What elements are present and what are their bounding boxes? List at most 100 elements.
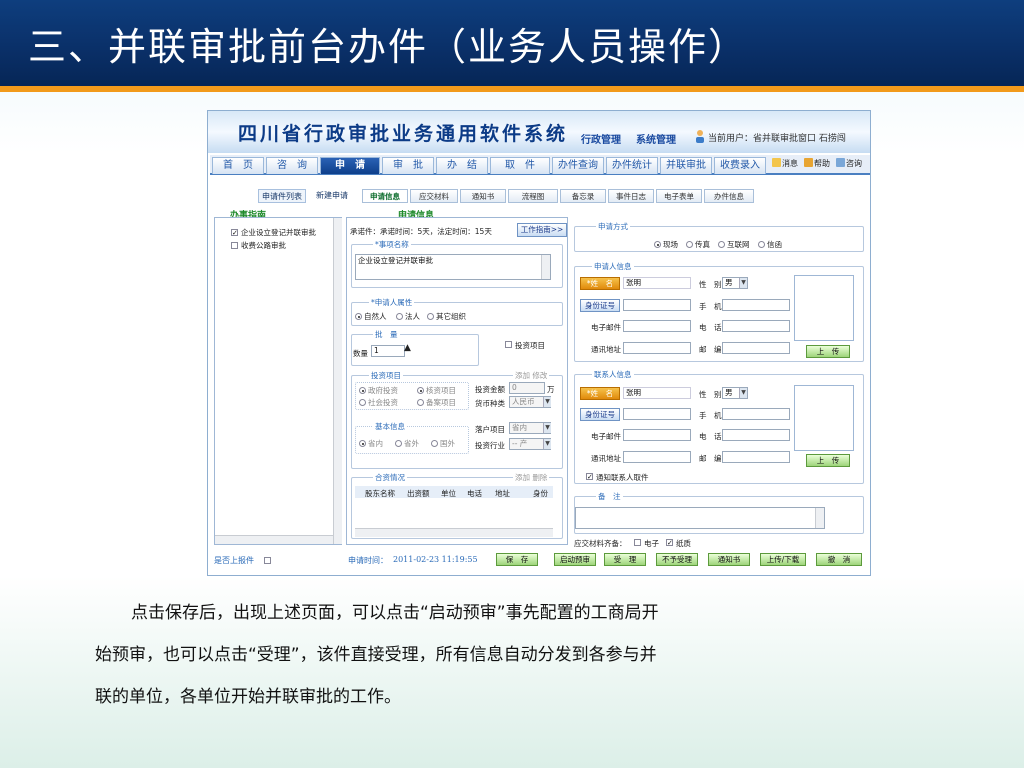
applicant-upload-button[interactable]: 上 传 [806,345,850,358]
contact-address-field[interactable] [623,451,691,463]
region-foreign[interactable]: 国外 [440,438,455,449]
applicant-address-field[interactable] [623,342,691,354]
remark-field[interactable] [575,507,825,529]
applicant-phone-field[interactable] [722,299,790,311]
currency-dropdown-icon[interactable]: ▼ [543,397,551,407]
online-report-checkbox[interactable] [264,557,271,564]
applicant-name-button[interactable]: *姓 名 [580,277,620,290]
tab-apply-info[interactable]: 申请信息 [362,189,408,203]
nav-tab-complete[interactable]: 办 结 [436,157,488,174]
nav-tab-home[interactable]: 首 页 [212,157,264,174]
revoke-button[interactable]: 撤 消 [816,553,862,566]
applicant-zip-field[interactable] [722,342,790,354]
region-inner-radio[interactable] [359,440,366,447]
invest-project-label[interactable]: 投资项目 [515,340,545,351]
nav-tab-apply[interactable]: 申 请 [320,157,380,174]
upload-download-button[interactable]: 上传/下载 [760,553,806,566]
nav-tab-consult[interactable]: 咨 询 [266,157,318,174]
tab-materials[interactable]: 应交材料 [410,189,458,203]
attr-option-legal[interactable]: 法人 [405,311,420,322]
guide-item-2[interactable]: 收费公路审批 [241,240,286,251]
notify-contact-label[interactable]: 通知联系人取件 [596,472,649,483]
applicant-gender-dropdown-icon[interactable]: ▼ [739,278,747,288]
guide-scrollbar[interactable] [333,218,342,544]
contact-tel-field[interactable] [722,429,790,441]
link-help[interactable]: 帮助 [804,158,830,169]
tab-notice[interactable]: 通知书 [460,189,506,203]
tab-flowchart[interactable]: 流程图 [508,189,558,203]
invest-social-radio[interactable] [359,399,366,406]
contact-zip-field[interactable] [722,451,790,463]
nav-tab-stats[interactable]: 办件统计 [606,157,658,174]
attr-radio-other[interactable] [427,313,434,320]
nav-tab-parallel[interactable]: 并联审批 [660,157,712,174]
material-paper[interactable]: 纸质 [676,538,691,549]
save-button[interactable]: 保 存 [496,553,538,566]
method-onsite-radio[interactable] [654,241,661,248]
region-foreign-radio[interactable] [431,440,438,447]
material-paper-checkbox[interactable]: ✓ [666,539,673,547]
attr-option-other[interactable]: 其它组织 [436,311,466,322]
invest-verify-radio[interactable] [417,387,424,394]
item-name-field[interactable]: 企业设立登记并联审批 [355,254,551,280]
guide-hscrollbar[interactable] [215,535,333,544]
remark-scrollbar[interactable] [815,508,824,528]
applicant-id-field[interactable] [623,299,691,311]
reject-button[interactable]: 不予受理 [656,553,698,566]
industry-dropdown-icon[interactable]: ▼ [543,439,551,449]
method-letter-radio[interactable] [758,241,765,248]
attr-radio-natural[interactable] [355,313,362,320]
method-onsite[interactable]: 现场 [663,239,678,250]
invest-record[interactable]: 备案项目 [426,397,456,408]
region-outer[interactable]: 省外 [404,438,419,449]
item-name-scrollbar[interactable] [541,255,550,279]
land-dropdown-icon[interactable]: ▼ [543,423,551,433]
contact-gender-dropdown-icon[interactable]: ▼ [739,388,747,398]
work-guide-button[interactable]: 工作指南>> [517,223,567,237]
applicant-tel-field[interactable] [722,320,790,332]
guide-item-1[interactable]: 企业设立登记并联审批 [241,227,316,238]
tab-case-info[interactable]: 办件信息 [704,189,754,203]
subtab-list[interactable]: 申请件列表 [258,189,306,203]
method-fax-radio[interactable] [686,241,693,248]
subtab-new[interactable]: 新建申请 [316,189,348,203]
material-electronic-checkbox[interactable] [634,539,641,546]
nav-link-admin[interactable]: 行政管理 [581,131,621,146]
guide-item-2-checkbox[interactable] [231,242,238,249]
link-message[interactable]: 消息 [772,158,798,169]
region-inner[interactable]: 省内 [368,438,383,449]
accept-button[interactable]: 受 理 [604,553,646,566]
start-pretrial-button[interactable]: 启动预审 [554,553,596,566]
nav-tab-query[interactable]: 办件查询 [552,157,604,174]
guide-item-1-checkbox[interactable]: ✓ [231,229,238,237]
invest-gov[interactable]: 政府投资 [368,385,398,396]
invest-gov-radio[interactable] [359,387,366,394]
material-electronic[interactable]: 电子 [644,538,659,549]
tab-memo[interactable]: 备忘录 [560,189,606,203]
contact-name-field[interactable]: 张明 [623,387,691,399]
tab-eform[interactable]: 电子表单 [656,189,702,203]
invest-actions[interactable]: 添加 修改 [513,370,550,381]
method-web[interactable]: 互联网 [727,239,750,250]
nav-tab-fee[interactable]: 收费录入 [714,157,766,174]
nav-tab-approve[interactable]: 审 批 [382,157,434,174]
partner-actions[interactable]: 添加 删除 [513,472,550,483]
qty-field[interactable]: 1 [371,345,405,357]
link-consult[interactable]: 咨询 [836,158,862,169]
tab-event-log[interactable]: 事件日志 [608,189,654,203]
qty-spinner-icon[interactable]: ▲ [404,343,411,353]
contact-upload-button[interactable]: 上 传 [806,454,850,467]
notice-button[interactable]: 通知书 [708,553,750,566]
contact-name-button[interactable]: *姓 名 [580,387,620,400]
applicant-email-field[interactable] [623,320,691,332]
contact-email-field[interactable] [623,429,691,441]
notify-contact-checkbox[interactable]: ✓ [586,473,593,481]
attr-option-natural[interactable]: 自然人 [364,311,387,322]
contact-id-button[interactable]: 身份证号 [580,408,620,421]
invest-project-checkbox[interactable] [505,341,512,348]
contact-phone-field[interactable] [722,408,790,420]
attr-radio-legal[interactable] [396,313,403,320]
nav-tab-pickup[interactable]: 取 件 [490,157,550,174]
nav-link-system[interactable]: 系统管理 [636,131,676,146]
invest-amount-field[interactable]: 0 [509,382,545,394]
